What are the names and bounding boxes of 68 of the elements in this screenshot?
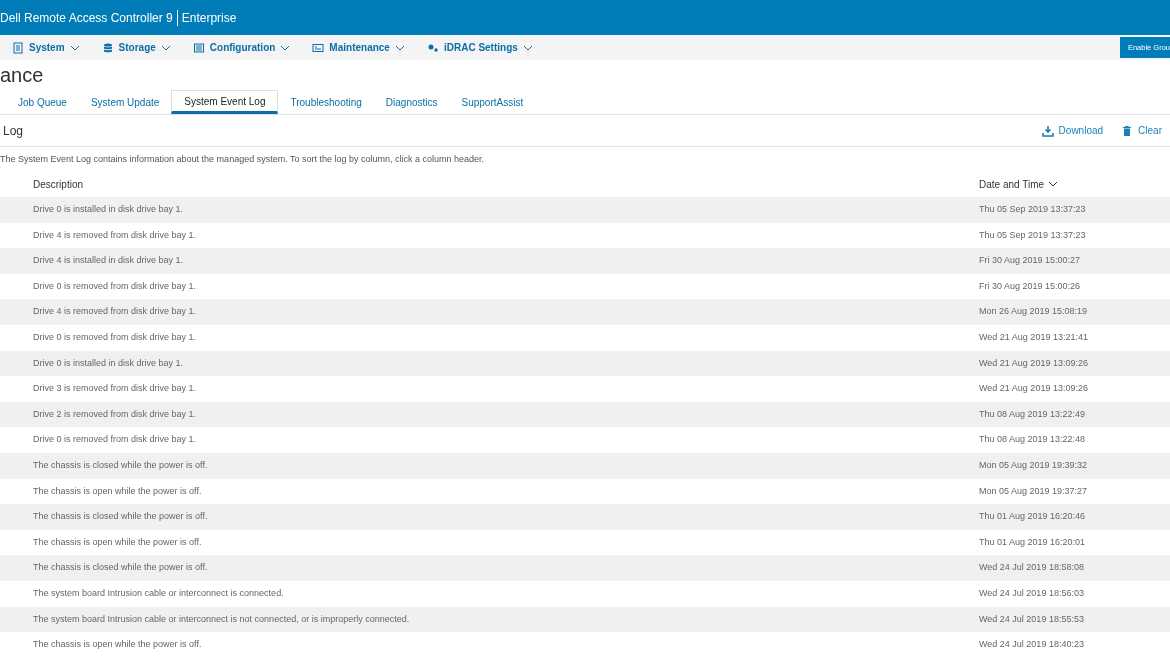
table-cell: Wed 24 Jul 2019 18:56:03: [979, 587, 1084, 598]
tab[interactable]: Troubleshooting: [278, 90, 374, 114]
table-cell: The system board Intrusion cable or interconnect is not connected, or is improperly connected.: [33, 613, 410, 624]
table-cell: Mon 05 Aug 2019 19:37:27: [979, 485, 1088, 496]
edition-label: Enterprise: [181, 9, 237, 27]
database-icon: [101, 41, 114, 54]
nav-menu[interactable]: Configuration: [192, 40, 291, 55]
product-name: Dell Remote Access Controller 9: [0, 9, 173, 27]
table-cell: The chassis is closed while the power is off.: [33, 460, 208, 470]
table-cell: The chassis is closed while the power is off.: [33, 511, 208, 522]
chevron-down-icon: [394, 44, 405, 51]
tab[interactable]: System Update: [78, 90, 172, 114]
table-cell: Thu 01 Aug 2019 16:20:46: [979, 511, 1086, 522]
table-cell: Thu 01 Aug 2019 16:20:01: [979, 536, 1086, 547]
column-header[interactable]: Date and Time: [979, 176, 1059, 192]
nav-menu[interactable]: Maintenance: [312, 40, 405, 55]
grid-icon: [192, 41, 205, 54]
table-cell: Wed 21 Aug 2019 13:09:26: [979, 383, 1088, 394]
nav-menu[interactable]: iDRAC Settings: [426, 40, 533, 55]
chevron-down-icon: [1048, 181, 1059, 187]
tab[interactable]: SupportAssist: [449, 90, 536, 114]
table-cell: Wed 24 Jul 2019 18:55:53: [979, 613, 1084, 624]
server-icon: [12, 41, 24, 54]
column-header[interactable]: Description: [33, 178, 84, 190]
table-cell: Drive 4 is installed in disk drive bay 1.: [33, 255, 184, 266]
table-cell: Thu 05 Sep 2019 13:37:23: [979, 204, 1086, 215]
nav-menu[interactable]: System: [12, 40, 80, 55]
table-cell: Thu 05 Sep 2019 13:37:23: [979, 229, 1086, 240]
tab[interactable]: Job Queue: [6, 90, 79, 114]
download-icon: [1041, 124, 1054, 137]
page-title: ance: [0, 63, 45, 88]
chevron-down-icon: [522, 44, 533, 51]
table-cell: Drive 0 is removed from disk drive bay 1.: [33, 332, 197, 342]
table-cell: Drive 0 is installed in disk drive bay 1.: [33, 357, 184, 368]
table-cell: Wed 21 Aug 2019 13:21:41: [979, 332, 1088, 342]
table-cell: Thu 08 Aug 2019 13:22:49: [979, 408, 1086, 419]
table-cell: Wed 21 Aug 2019 13:09:26: [979, 357, 1088, 368]
tab[interactable]: Diagnostics: [373, 90, 450, 114]
chevron-down-icon: [160, 44, 171, 51]
table-cell: The chassis is open while the power is off.: [33, 485, 202, 496]
table-cell: Fri 30 Aug 2019 15:00:26: [979, 280, 1081, 291]
table-cell: Drive 4 is removed from disk drive bay 1.: [33, 306, 197, 317]
table-cell: Drive 4 is removed from disk drive bay 1.: [33, 229, 197, 240]
panel-icon: [312, 41, 325, 54]
table-cell: Thu 08 Aug 2019 13:22:48: [979, 434, 1086, 445]
info-text: The System Event Log contains information about the managed system. To sort the log by column, click a column header.: [0, 153, 486, 166]
nav-menu[interactable]: Storage: [101, 40, 171, 55]
table-cell: The chassis is open while the power is off.: [33, 639, 202, 650]
chevron-down-icon: [280, 44, 291, 51]
table-cell: Fri 30 Aug 2019 15:00:27: [979, 255, 1081, 266]
action-link[interactable]: Clear: [1121, 123, 1162, 138]
section-title: Log: [2, 122, 24, 140]
table-cell: Wed 24 Jul 2019 18:40:23: [979, 639, 1084, 650]
table-cell: Drive 3 is removed from disk drive bay 1.: [33, 383, 197, 394]
table-cell: Drive 0 is removed from disk drive bay 1.: [33, 280, 197, 291]
table-cell: Mon 05 Aug 2019 19:39:32: [979, 460, 1088, 470]
tab[interactable]: System Event Log: [171, 90, 279, 114]
table-cell: The chassis is closed while the power is off.: [33, 562, 208, 573]
table-cell: Drive 2 is removed from disk drive bay 1.: [33, 408, 197, 419]
table-cell: The system board Intrusion cable or interconnect is connected.: [33, 587, 284, 598]
table-cell: Mon 26 Aug 2019 15:08:19: [979, 306, 1088, 317]
table-cell: Wed 24 Jul 2019 18:58:08: [979, 562, 1084, 573]
trash-icon: [1121, 124, 1134, 137]
action-link[interactable]: Download: [1041, 123, 1104, 138]
table-cell: Drive 0 is removed from disk drive bay 1.: [33, 434, 197, 445]
table-cell: The chassis is open while the power is off.: [33, 536, 202, 547]
chevron-down-icon: [69, 44, 80, 51]
table-cell: Drive 0 is installed in disk drive bay 1.: [33, 204, 184, 215]
